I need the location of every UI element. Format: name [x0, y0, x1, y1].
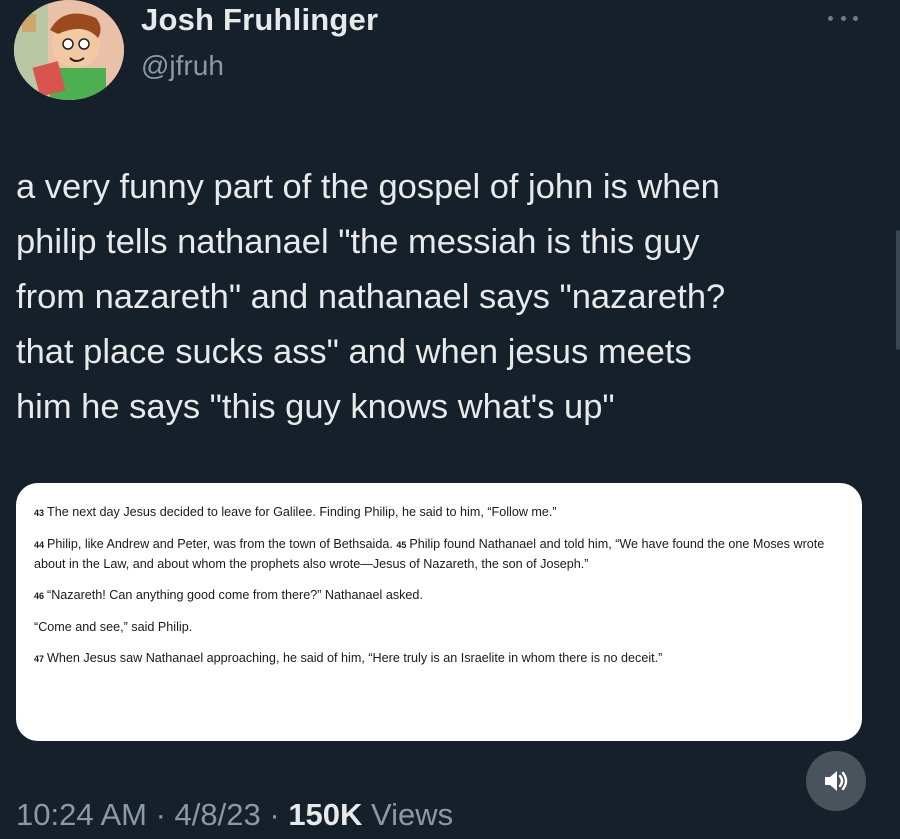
more-dots-icon — [853, 15, 858, 21]
tweet-date[interactable]: 4/8/23 — [175, 797, 261, 832]
verse-number: 43 — [34, 508, 45, 518]
quoted-image-card[interactable]: 43 The next day Jesus decided to leave fo… — [16, 483, 862, 741]
views-count[interactable]: 150K — [288, 797, 362, 832]
verse-text: Philip, like Andrew and Peter, was from … — [47, 537, 393, 551]
more-dots-icon — [828, 15, 833, 21]
tweet-time[interactable]: 10:24 AM — [16, 797, 147, 832]
tweet-text: a very funny part of the gospel of john … — [16, 168, 726, 426]
verse-paragraph: 43 The next day Jesus decided to leave fo… — [34, 503, 838, 523]
verse-paragraph: 47 When Jesus saw Nathanael approaching, … — [34, 649, 838, 669]
verse-number: 44 — [34, 540, 45, 550]
verse-number: 45 — [396, 540, 407, 550]
verse-number: 47 — [34, 654, 45, 664]
scrollbar[interactable] — [896, 230, 900, 350]
avatar-illustration — [14, 0, 124, 100]
verse-text: “Nazareth! Can anything good come from t… — [47, 588, 423, 602]
verse-paragraph: 44 Philip, like Andrew and Peter, was fro… — [34, 535, 838, 574]
tweet-meta: 10:24 AM · 4/8/23 · 150K Views — [16, 797, 453, 833]
more-dots-icon — [840, 15, 846, 21]
verse-text: When Jesus saw Nathanael approaching, he… — [47, 651, 663, 665]
verse-text: The next day Jesus decided to leave for … — [47, 505, 557, 519]
author-handle[interactable]: @jfruh — [141, 50, 224, 82]
author-display-name[interactable]: Josh Fruhlinger — [141, 2, 378, 38]
avatar[interactable] — [14, 0, 124, 100]
verse-text: “Come and see,” said Philip. — [34, 620, 193, 634]
verse-paragraph: “Come and see,” said Philip. — [34, 618, 838, 637]
meta-separator: · — [260, 797, 289, 832]
more-options-button[interactable] — [828, 8, 858, 28]
views-label: Views — [362, 797, 454, 832]
verse-paragraph: 46 “Nazareth! Can anything good come from… — [34, 586, 838, 606]
speaker-icon — [825, 771, 848, 791]
sound-toggle-button[interactable] — [806, 751, 866, 811]
meta-separator: · — [146, 797, 175, 832]
verse-number: 46 — [34, 591, 45, 601]
